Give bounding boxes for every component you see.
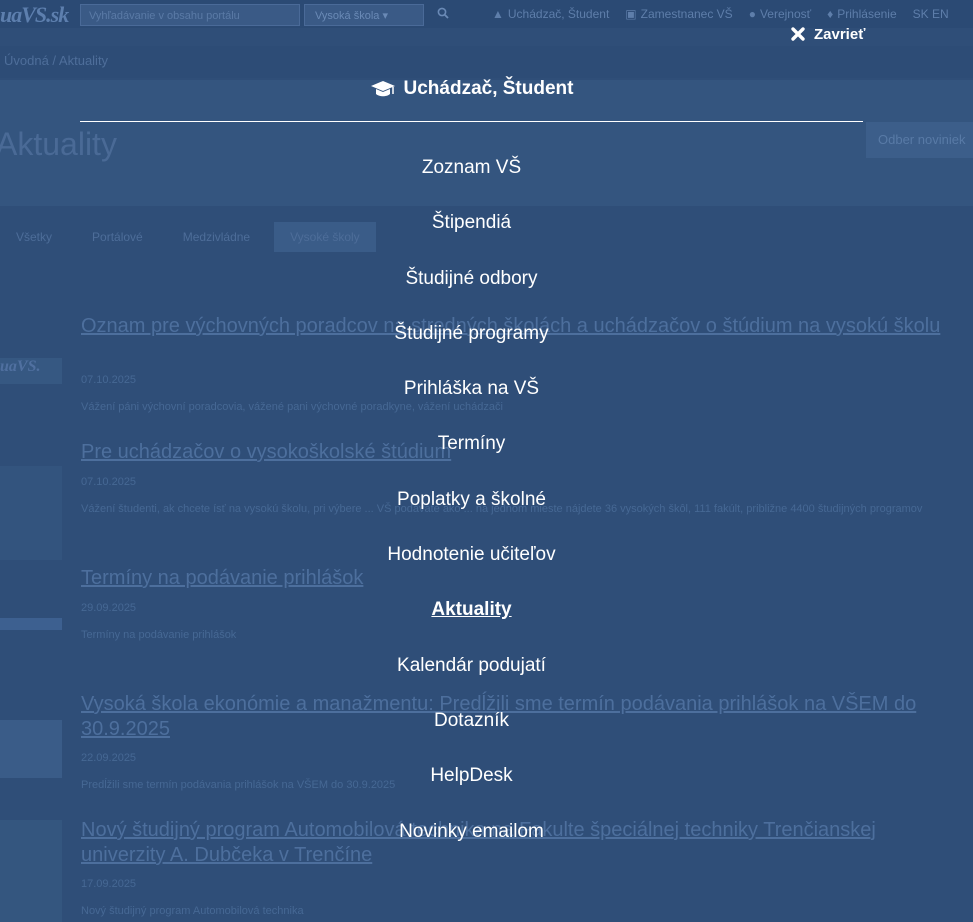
menu-item-terminy: Termíny	[80, 426, 863, 481]
menu-item-aktuality: Aktuality	[80, 592, 863, 647]
menu-item-poplatky: Poplatky a školné	[80, 482, 863, 537]
menu-item-dotaznik: Dotazník	[80, 703, 863, 758]
menu-link[interactable]: Termíny	[438, 426, 506, 462]
close-icon	[791, 27, 805, 41]
menu-link[interactable]: Novinky emailom	[399, 814, 544, 850]
menu-divider	[80, 121, 863, 122]
menu-item-novinky: Novinky emailom	[80, 814, 863, 869]
menu-overlay: Zavrieť Uchádzač, Študent Zoznam VŠ Štip…	[0, 0, 973, 922]
menu-heading: Uchádzač, Študent	[80, 74, 863, 104]
menu-link[interactable]: HelpDesk	[430, 758, 512, 794]
menu-item-stipendia: Štipendiá	[80, 205, 863, 260]
graduation-cap-icon	[370, 81, 395, 97]
menu-link[interactable]: Dotazník	[434, 703, 509, 739]
menu-list: Zoznam VŠ Štipendiá Študijné odbory Štud…	[80, 150, 863, 869]
menu-link[interactable]: Zoznam VŠ	[422, 150, 521, 186]
menu-link[interactable]: Študijné programy	[394, 316, 548, 352]
close-label: Zavrieť	[814, 25, 866, 43]
menu-item-helpdesk: HelpDesk	[80, 758, 863, 813]
close-button[interactable]: Zavrieť	[790, 22, 865, 46]
menu-link[interactable]: Kalendár podujatí	[397, 648, 546, 684]
menu-item-studijne-odbory: Študijné odbory	[80, 261, 863, 316]
menu-link-active[interactable]: Aktuality	[431, 592, 511, 628]
menu-item-prihlaska: Prihláška na VŠ	[80, 371, 863, 426]
menu-link[interactable]: Prihláška na VŠ	[404, 371, 539, 407]
menu-item-studijne-programy: Študijné programy	[80, 316, 863, 371]
menu-item-zoznam-vs: Zoznam VŠ	[80, 150, 863, 205]
menu-link[interactable]: Štipendiá	[432, 205, 511, 241]
menu-link[interactable]: Hodnotenie učiteľov	[387, 537, 555, 573]
menu-heading-label: Uchádzač, Študent	[403, 78, 574, 99]
menu-item-kalendar: Kalendár podujatí	[80, 648, 863, 703]
menu-link[interactable]: Študijné odbory	[405, 261, 537, 297]
menu-item-hodnotenie: Hodnotenie učiteľov	[80, 537, 863, 592]
menu-link[interactable]: Poplatky a školné	[397, 482, 546, 518]
